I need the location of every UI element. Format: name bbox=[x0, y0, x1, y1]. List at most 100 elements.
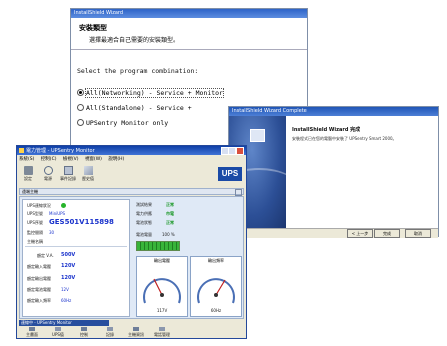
maximize-button[interactable] bbox=[228, 147, 236, 155]
menu-control[interactable]: 控制(C) bbox=[41, 157, 57, 162]
bottom-ups-value-label: UPS值 bbox=[52, 332, 64, 337]
bottom-main-label: 主畫面 bbox=[26, 332, 38, 337]
history-icon bbox=[83, 166, 93, 175]
monitor-title-bar: 電力管理 - UPSentry Monitor bbox=[17, 146, 246, 155]
capacity-label: 電池電量 bbox=[136, 232, 152, 237]
toolbar-history-label: 歷史值 bbox=[82, 176, 94, 181]
tab-remote-host[interactable]: 遠端主機 bbox=[22, 189, 38, 195]
tab-strip: 遠端主機 bbox=[19, 188, 244, 196]
monitor-window: 電力管理 - UPSentry Monitor 系統(S) 控制(C) 檢視(V… bbox=[16, 145, 247, 339]
ups-info-panel: UPS連線狀況 UPS型號 MiniUPS UPS序號 GES501V11589… bbox=[22, 199, 130, 317]
back-button[interactable]: < 上一步 bbox=[347, 229, 373, 238]
log-icon bbox=[107, 327, 113, 331]
menu-help[interactable]: 說明(H) bbox=[108, 157, 124, 162]
setup-title-bar: InstallShield Wizard bbox=[71, 9, 307, 18]
tab-close-icon[interactable] bbox=[235, 189, 242, 196]
spec-label-va: 額定 V.A. bbox=[37, 253, 54, 258]
option-standalone-label: All(Standalone) - Service + bbox=[86, 104, 192, 112]
toolbar-event-log[interactable]: 事件記錄 bbox=[59, 165, 77, 186]
setup-heading: 安裝類型 bbox=[79, 24, 107, 32]
option-monitor-only[interactable]: UPSentry Monitor only bbox=[77, 118, 169, 127]
menu-window[interactable]: 視窗(W) bbox=[85, 157, 102, 162]
toolbar-event-log-label: 事件記錄 bbox=[60, 176, 76, 181]
setup-title-text: InstallShield Wizard bbox=[74, 10, 124, 16]
spec-label-battery-voltage: 額定電池電壓 bbox=[27, 287, 51, 292]
monitor-title-text: 電力管理 - UPSentry Monitor bbox=[26, 148, 95, 154]
spec-value-va: 500V bbox=[61, 252, 76, 258]
model-value: MiniUPS bbox=[49, 211, 66, 216]
bottom-main-button[interactable]: 主畫面 bbox=[23, 327, 41, 338]
bottom-control-button[interactable]: 控制 bbox=[75, 327, 93, 338]
serial-label: UPS序號 bbox=[27, 220, 43, 225]
wizard-complete-dialog: InstallShield Wizard Complete InstallShi… bbox=[219, 106, 439, 238]
ups-value-icon bbox=[55, 327, 61, 331]
bottom-tab[interactable]: 連線中 - UPSentry Monitor bbox=[19, 320, 109, 326]
voltage-needle bbox=[153, 278, 163, 296]
capacity-value: 100 % bbox=[162, 232, 175, 237]
close-button[interactable] bbox=[236, 147, 244, 155]
spec-value-input-voltage: 120V bbox=[61, 263, 76, 269]
option-networking-label: All(Networking) - Service + Monitor bbox=[85, 88, 224, 98]
header-divider bbox=[71, 49, 307, 50]
event-log-icon bbox=[63, 166, 73, 175]
finish-button[interactable]: 完成 bbox=[374, 229, 400, 238]
monitor-app-icon bbox=[19, 148, 24, 153]
toolbar-settings-label: 設定 bbox=[24, 176, 32, 181]
output-frequency-reading: 60Hz bbox=[210, 308, 222, 313]
flag-label-battery: 電池狀態 bbox=[136, 220, 152, 225]
serial-value: GES501V115898 bbox=[49, 218, 114, 226]
spec-value-output-voltage: 120V bbox=[61, 275, 76, 281]
bottom-toolbar: 主畫面 UPS值 控制 記錄 主機資訊 電話管理 bbox=[19, 327, 248, 338]
bottom-host-info-button[interactable]: 主機資訊 bbox=[127, 327, 145, 338]
toolbar-history[interactable]: 歷史值 bbox=[79, 165, 97, 186]
toolbar: 設定 電源 事件記錄 歷史值 bbox=[19, 165, 244, 186]
toolbar-settings[interactable]: 設定 bbox=[19, 165, 37, 186]
complete-title-text: InstallShield Wizard Complete bbox=[232, 108, 307, 114]
flag-value-test: 正常 bbox=[166, 202, 174, 207]
status-label: UPS連線狀況 bbox=[27, 203, 51, 208]
bottom-host-info-label: 主機資訊 bbox=[128, 332, 144, 337]
option-standalone[interactable]: All(Standalone) - Service + bbox=[77, 103, 192, 112]
ups-logo: UPS bbox=[218, 167, 242, 181]
toolbar-power[interactable]: 電源 bbox=[39, 165, 57, 186]
output-frequency-gauge: 輸出頻率 60Hz bbox=[190, 256, 242, 317]
flag-label-test: 測試結果 bbox=[136, 202, 152, 207]
radio-standalone[interactable] bbox=[77, 103, 84, 111]
bottom-tab-label: 連線中 - UPSentry Monitor bbox=[21, 320, 72, 325]
bottom-log-button[interactable]: 記錄 bbox=[101, 327, 119, 338]
frequency-needle bbox=[215, 279, 226, 296]
option-networking[interactable]: All(Networking) - Service + Monitor bbox=[77, 88, 224, 98]
menu-system[interactable]: 系統(S) bbox=[19, 157, 34, 162]
option-monitor-only-label: UPSentry Monitor only bbox=[86, 119, 169, 127]
radio-monitor-only[interactable] bbox=[77, 118, 84, 126]
bottom-phone-button[interactable]: 電話管理 bbox=[153, 327, 171, 338]
bottom-ups-value-button[interactable]: UPS值 bbox=[49, 327, 67, 338]
settings-icon bbox=[23, 166, 33, 175]
spec-label-input-frequency: 額定輸入頻率 bbox=[27, 298, 51, 303]
radio-networking[interactable] bbox=[77, 88, 84, 96]
installer-icon bbox=[250, 129, 265, 142]
capacity-bar bbox=[136, 241, 180, 251]
output-voltage-reading: 117V bbox=[156, 308, 168, 313]
setup-subheading: 選擇最適合自己需要的安裝類型。 bbox=[89, 37, 180, 44]
model-label: UPS型號 bbox=[27, 211, 43, 216]
flag-label-power: 電力供應 bbox=[136, 211, 152, 216]
interval-value: 30 bbox=[49, 230, 55, 235]
menu-bar: 系統(S) 控制(C) 檢視(V) 視窗(W) 說明(H) bbox=[19, 156, 124, 163]
phone-icon bbox=[159, 327, 165, 331]
toolbar-power-label: 電源 bbox=[44, 176, 52, 181]
host-label: 主機名稱 bbox=[27, 239, 43, 244]
complete-body: 安裝程式已在您的電腦中安裝了 UPSentry Smart 2000。 bbox=[292, 136, 397, 141]
capacity-bar-fill bbox=[137, 242, 179, 250]
status-indicator bbox=[61, 203, 66, 208]
program-combination-prompt: Select the program combination: bbox=[77, 67, 199, 75]
host-info-icon bbox=[133, 327, 139, 331]
bottom-phone-label: 電話管理 bbox=[154, 332, 170, 337]
spec-label-output-voltage: 額定輸出電壓 bbox=[27, 276, 51, 281]
cancel-button[interactable]: 取消 bbox=[405, 229, 431, 238]
control-icon bbox=[81, 327, 87, 331]
main-panel: UPS連線狀況 UPS型號 MiniUPS UPS序號 GES501V11589… bbox=[19, 196, 244, 319]
menu-view[interactable]: 檢視(V) bbox=[63, 157, 79, 162]
complete-heading: InstallShield Wizard 完成 bbox=[292, 127, 361, 133]
info-divider bbox=[25, 246, 127, 247]
